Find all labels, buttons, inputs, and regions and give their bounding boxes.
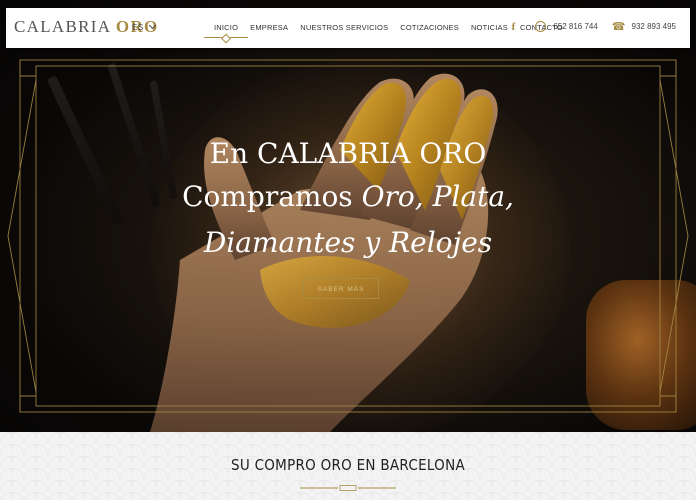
- nav-item-nuestros-servicios[interactable]: NUESTROS SERVICIOS: [300, 23, 388, 32]
- hero-title-line-3: Diamantes y Relojes: [0, 226, 696, 259]
- hero-title-line-3-italic: Diamantes y Relojes: [203, 226, 493, 259]
- nav-item-empresa[interactable]: EMPRESA: [250, 23, 288, 32]
- hero-title-line-2-plain: Compramos: [182, 180, 362, 213]
- phone-icon: ☎: [611, 21, 626, 33]
- about-section: SU COMPRO ORO EN BARCELONA: [0, 432, 696, 500]
- saber-mas-button[interactable]: SABER MÁS: [303, 278, 379, 299]
- whatsapp-number: 652 816 744: [553, 22, 598, 31]
- hero-title-line-2: Compramos Oro, Plata,: [0, 180, 696, 213]
- header-contact: f 652 816 744 ☎ 932 893 495: [512, 20, 676, 34]
- language-selector[interactable]: ES: [132, 21, 156, 32]
- chevron-down-icon: [148, 21, 156, 30]
- site-header: CALABRIA ORO ES INICIO EMPRESA NUESTROS …: [6, 8, 690, 48]
- hero-title-line-2-italic: Oro, Plata,: [361, 180, 514, 213]
- hero-banner: En CALABRIA ORO Compramos Oro, Plata, Di…: [0, 0, 696, 432]
- language-label: ES: [132, 23, 144, 32]
- whatsapp-contact[interactable]: 652 816 744: [535, 21, 598, 32]
- nav-item-inicio[interactable]: INICIO: [203, 23, 249, 38]
- nav-item-cotizaciones[interactable]: COTIZACIONES: [400, 23, 459, 32]
- golden-hand-image: [150, 73, 498, 432]
- hero-title-line-1: En CALABRIA ORO: [209, 137, 487, 170]
- heading-ornament: [300, 485, 396, 491]
- facebook-icon[interactable]: f: [512, 21, 516, 33]
- logo-text: CALABRIA: [14, 17, 111, 36]
- phone-contact[interactable]: ☎ 932 893 495: [612, 20, 676, 33]
- nav-item-noticias[interactable]: NOTICIAS: [471, 23, 508, 32]
- phone-number: 932 893 495: [631, 22, 677, 31]
- section-heading: SU COMPRO ORO EN BARCELONA: [231, 456, 465, 474]
- whatsapp-icon: [535, 21, 547, 32]
